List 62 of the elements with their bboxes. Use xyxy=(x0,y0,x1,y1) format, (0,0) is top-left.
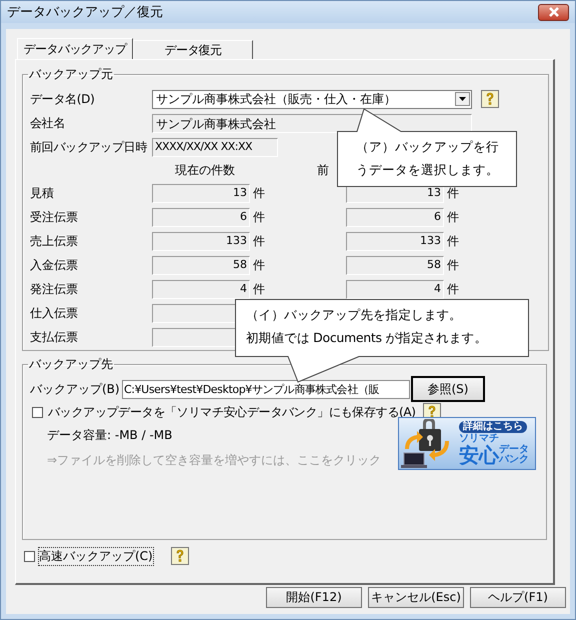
count-field: 58 xyxy=(346,256,444,274)
callout-text: （イ）バックアップ先を指定します。 xyxy=(246,307,463,324)
browse-button[interactable]: 参照(S) xyxy=(412,377,484,401)
checkbox[interactable] xyxy=(32,406,43,418)
row-label: 見積 xyxy=(30,184,55,202)
checkbox[interactable] xyxy=(24,550,35,562)
row-label: 支払伝票 xyxy=(30,328,79,346)
count-field: 58 xyxy=(152,256,250,274)
count-field: 4 xyxy=(346,280,444,298)
count-field: 133 xyxy=(152,232,250,250)
row-label: 売上伝票 xyxy=(30,232,79,250)
close-icon xyxy=(546,7,560,17)
callout-text: （ア）バックアップを行 xyxy=(356,139,499,156)
unit-label: 件 xyxy=(252,184,266,202)
callout-text: 初期値では Documents が指定されます。 xyxy=(246,330,488,347)
column-header: 現在の件数 xyxy=(175,162,235,178)
count-field: 4 xyxy=(152,280,250,298)
unit-label: 件 xyxy=(446,184,460,202)
unit-label: 件 xyxy=(252,280,266,298)
count-field: 6 xyxy=(152,208,250,226)
unit-label: 件 xyxy=(252,232,266,250)
data-name-dropdown[interactable]: サンプル商事株式会社（販売・仕入・在庫） xyxy=(152,90,472,108)
tab[interactable]: データバックアップ xyxy=(17,38,133,59)
unit-label: 件 xyxy=(446,280,460,298)
banner-brand: ソリマチ xyxy=(459,433,499,444)
dialog-button[interactable]: ヘルプ(F1) xyxy=(470,587,566,608)
field-label: データ名(D) xyxy=(30,90,96,108)
count-field: 13 xyxy=(152,184,250,202)
callout-text: うデータを選択します。 xyxy=(356,162,499,179)
field-label: 前回バックアップ日時 xyxy=(30,138,148,156)
field-label: バックアップ(B) xyxy=(30,380,121,398)
capacity-text: データ容量: -MB / -MB xyxy=(47,427,174,444)
backup-path-field[interactable]: C:¥Users¥test¥Desktop¥サンプル商事株式会社（販 xyxy=(122,380,410,398)
unit-label: 件 xyxy=(252,208,266,226)
unit-label: 件 xyxy=(446,208,460,226)
banner-subtitle: バンク xyxy=(499,455,529,465)
column-header: 前 xyxy=(317,162,329,178)
banner-title: 安心 xyxy=(459,444,499,466)
group-title: バックアップ元 xyxy=(28,66,114,83)
dialog-button[interactable]: キャンセル(Esc) xyxy=(368,587,464,608)
row-label: 入金伝票 xyxy=(30,256,79,274)
dialog-button[interactable]: 開始(F12) xyxy=(266,587,362,608)
unit-label: 件 xyxy=(446,232,460,250)
window-title: データバックアップ／復元 xyxy=(7,4,163,21)
help-icon[interactable] xyxy=(170,547,189,565)
unit-label: 件 xyxy=(252,256,266,274)
count-field: 6 xyxy=(346,208,444,226)
banner-badge: 詳細はこちら xyxy=(459,421,527,433)
count-field: 133 xyxy=(346,232,444,250)
banner-subtitle: データ xyxy=(499,445,529,455)
unit-label: 件 xyxy=(446,256,460,274)
row-label: 仕入伝票 xyxy=(30,304,79,322)
group-title: バックアップ先 xyxy=(28,356,114,373)
help-icon[interactable] xyxy=(481,90,499,108)
row-label: 発注伝票 xyxy=(30,280,79,298)
last-backup-field: XXXX/XX/XX XX:XX xyxy=(152,138,278,156)
checkbox-label[interactable]: 高速バックアップ(C) xyxy=(39,548,153,564)
tab[interactable]: データ復元 xyxy=(133,40,253,59)
company-field: サンプル商事株式会社 xyxy=(152,114,472,132)
close-button[interactable] xyxy=(538,4,569,20)
row-label: 受注伝票 xyxy=(30,208,79,226)
field-label: 会社名 xyxy=(30,114,66,132)
